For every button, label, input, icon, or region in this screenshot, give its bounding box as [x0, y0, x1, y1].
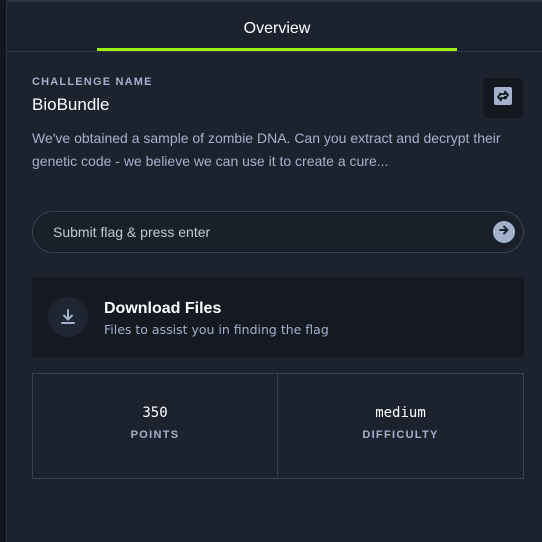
flag-submit-field — [32, 211, 524, 253]
tab-overview[interactable]: Overview — [97, 2, 457, 52]
challenge-description: We've obtained a sample of zombie DNA. C… — [32, 130, 501, 169]
points-stat: 350 POINTS — [33, 374, 278, 478]
swap-arrows-icon — [494, 86, 512, 110]
tab-bar: Overview — [7, 2, 542, 52]
difficulty-value: medium — [375, 405, 426, 421]
arrow-right-icon — [497, 223, 511, 242]
difficulty-label: DIFFICULTY — [362, 429, 439, 441]
challenge-stats: 350 POINTS medium DIFFICULTY — [32, 373, 524, 479]
active-tab-indicator — [97, 48, 457, 51]
download-subtitle: Files to assist you in finding the flag — [104, 322, 329, 337]
download-title: Download Files — [104, 300, 222, 317]
submit-flag-button[interactable] — [493, 221, 515, 243]
difficulty-stat: medium DIFFICULTY — [278, 374, 523, 478]
download-icon — [48, 297, 88, 337]
challenge-panel: Overview CHALLENGE NAME BioBundle We've … — [6, 0, 542, 542]
download-files-button[interactable]: Download Files Files to assist you in fi… — [32, 277, 524, 357]
swap-button[interactable] — [483, 78, 523, 118]
challenge-title: BioBundle — [32, 95, 110, 114]
points-value: 350 — [142, 405, 168, 421]
challenge-name-label: CHALLENGE NAME — [32, 76, 153, 88]
flag-input[interactable] — [33, 212, 493, 252]
points-label: POINTS — [130, 429, 180, 441]
